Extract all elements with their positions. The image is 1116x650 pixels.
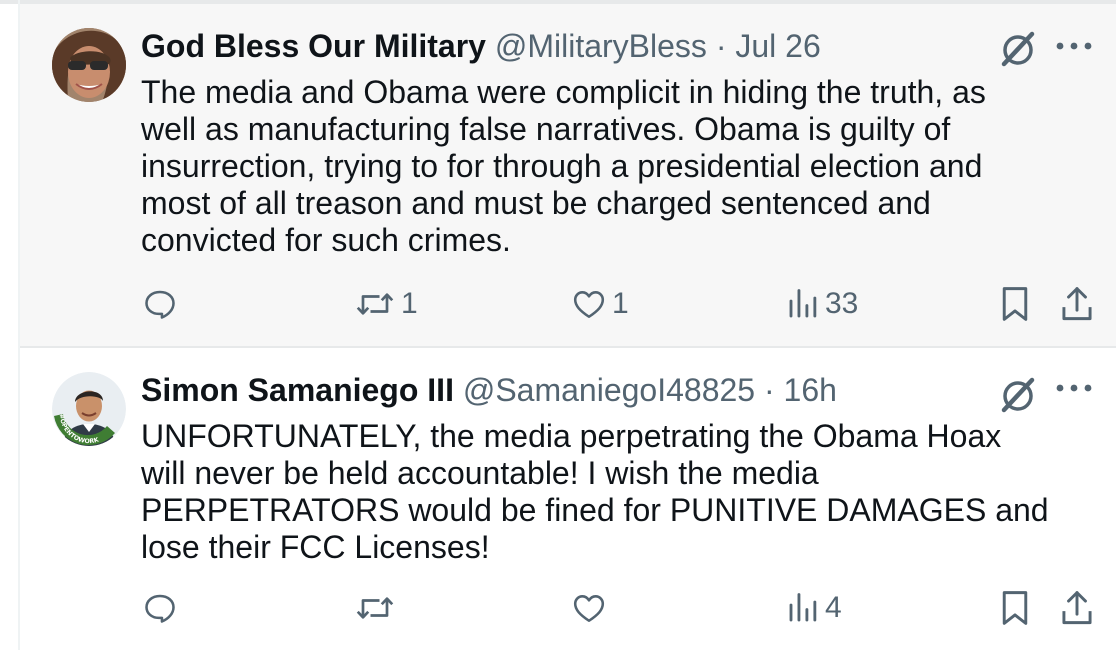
views-button[interactable]: 4 <box>785 586 842 630</box>
more-icon[interactable] <box>1054 36 1094 56</box>
view-count: 33 <box>825 287 859 320</box>
man-opentowork-avatar-icon: #OPENTOWORK <box>52 372 126 446</box>
bookmark-button[interactable] <box>996 586 1034 630</box>
retweet-button[interactable] <box>353 586 401 630</box>
bookmark-icon <box>1002 591 1028 625</box>
share-button[interactable] <box>1058 282 1096 326</box>
handle[interactable]: @SamaniegoI48825 <box>463 372 755 408</box>
like-count: 1 <box>612 287 629 320</box>
views-icon <box>789 593 817 622</box>
grok-icon[interactable] <box>996 28 1040 72</box>
like-button[interactable] <box>570 586 612 630</box>
avatar[interactable] <box>52 28 126 102</box>
timestamp[interactable]: 16h <box>784 372 837 408</box>
grok-icon[interactable] <box>996 374 1040 418</box>
avatar[interactable]: #OPENTOWORK <box>52 372 126 446</box>
tweet-actions: 4 <box>20 586 1116 630</box>
share-icon <box>1062 591 1092 625</box>
bookmark-button[interactable] <box>996 282 1034 326</box>
retweet-icon <box>356 293 394 315</box>
bookmark-icon <box>1002 287 1028 321</box>
share-icon <box>1062 287 1092 321</box>
tweet[interactable]: God Bless Our Military @MilitaryBless · … <box>20 4 1116 348</box>
tweet-text: UNFORTUNATELY, the media perpetrating th… <box>141 418 1049 565</box>
reply-button[interactable] <box>142 282 182 326</box>
timestamp[interactable]: Jul 26 <box>735 28 820 64</box>
retweet-icon <box>356 597 394 619</box>
separator: · <box>763 372 775 408</box>
reply-icon <box>145 290 175 319</box>
separator: · <box>715 28 727 64</box>
handle[interactable]: @MilitaryBless <box>495 28 707 64</box>
timeline: God Bless Our Military @MilitaryBless · … <box>0 0 1116 650</box>
share-button[interactable] <box>1058 586 1096 630</box>
display-name[interactable]: God Bless Our Military <box>141 28 486 64</box>
retweet-count: 1 <box>401 287 418 320</box>
tweet-top-icons <box>996 28 1096 72</box>
like-button[interactable]: 1 <box>570 282 629 326</box>
woman-sunglasses-avatar-icon <box>52 28 126 102</box>
tweet-actions: 1 1 33 <box>20 282 1116 326</box>
tweet-header: Simon Samaniego III @SamaniegoI48825 · 1… <box>141 370 1006 410</box>
reply-icon <box>145 594 175 623</box>
views-icon <box>789 289 817 318</box>
view-count: 4 <box>825 591 842 624</box>
more-icon[interactable] <box>1054 378 1094 398</box>
tweet-top-icons <box>996 370 1096 414</box>
tweet[interactable]: #OPENTOWORK Simon Samaniego III @Samanie… <box>20 350 1116 650</box>
display-name[interactable]: Simon Samaniego III <box>141 372 454 408</box>
tweet-header: God Bless Our Military @MilitaryBless · … <box>141 26 1006 66</box>
tweet-text: The media and Obama were complicit in hi… <box>141 74 986 258</box>
heart-icon <box>573 595 605 623</box>
reply-button[interactable] <box>142 586 182 630</box>
views-button[interactable]: 33 <box>785 282 858 326</box>
retweet-button[interactable]: 1 <box>353 282 418 326</box>
heart-icon <box>573 291 605 319</box>
